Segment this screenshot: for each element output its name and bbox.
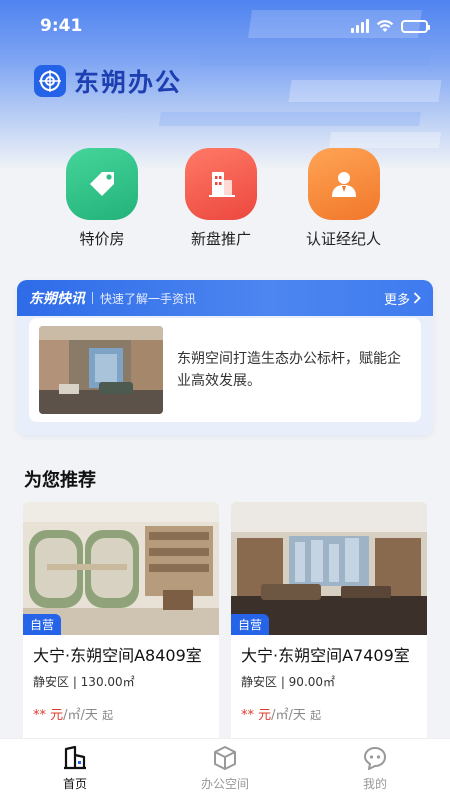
tab-label: 首页 xyxy=(62,777,87,791)
listing-image: 自营 xyxy=(231,502,427,635)
price-from: 起 xyxy=(310,709,322,722)
news-more-link[interactable]: 更多 xyxy=(384,289,421,308)
profile-chat-icon xyxy=(364,747,386,770)
listing-price: ** 元/㎡/天 起 xyxy=(23,690,219,723)
status-time: 9:41 xyxy=(40,16,83,36)
news-card: 东朔快讯 快速了解一手资讯 更多 东朔空间打造生态办公标杆，赋能企业高效发展。 xyxy=(17,280,433,435)
chevron-right-icon xyxy=(413,292,421,304)
tag-icon xyxy=(66,148,138,220)
price-from: 起 xyxy=(102,709,114,722)
divider xyxy=(92,292,93,304)
listing-card[interactable]: 自营 大宁·东朔空间A8409室 静安区 | 130.00㎡ ** 元/㎡/天 … xyxy=(23,502,219,762)
wifi-icon xyxy=(376,20,394,32)
tab-label: 办公空间 xyxy=(200,777,249,791)
price-suffix: /㎡/天 xyxy=(63,708,98,723)
listing-image: 自营 xyxy=(23,502,219,635)
tab-office-space[interactable]: 办公空间 xyxy=(150,739,300,800)
brand-name: 东朔办公 xyxy=(74,68,183,97)
tab-mine[interactable]: 我的 xyxy=(300,739,450,800)
quick-link-label: 认证经纪人 xyxy=(306,230,382,248)
listing-title: 大宁·东朔空间A7409室 xyxy=(241,646,410,665)
decor-stripe xyxy=(159,112,421,126)
price-unit: 元 xyxy=(258,708,272,723)
self-operated-badge: 自营 xyxy=(23,614,62,635)
section-title: 为您推荐 xyxy=(24,470,96,491)
news-text: 东朔空间打造生态办公标杆，赋能企业高效发展。 xyxy=(177,351,401,389)
decor-stripe xyxy=(288,80,442,102)
news-image xyxy=(39,326,163,414)
agent-icon xyxy=(307,148,380,220)
news-subtitle: 快速了解一手资讯 xyxy=(100,291,197,306)
price-mask: ** xyxy=(241,708,254,723)
price-mask: ** xyxy=(33,708,46,723)
tab-home[interactable]: 首页 xyxy=(0,739,150,800)
news-header: 东朔快讯 快速了解一手资讯 更多 xyxy=(17,280,433,316)
cube-icon xyxy=(214,746,236,770)
quick-link-label: 新盘推广 xyxy=(190,230,251,248)
building-icon xyxy=(185,148,257,220)
listing-meta: 静安区 | 90.00㎡ xyxy=(241,675,336,689)
listing-title: 大宁·东朔空间A8409室 xyxy=(33,646,202,665)
tab-bar: 首页 办公空间 我的 xyxy=(0,738,450,800)
listing-price: ** 元/㎡/天 起 xyxy=(231,690,427,723)
news-tag: 东朔快讯 xyxy=(29,291,85,307)
listing-card[interactable]: 自营 大宁·东朔空间A7409室 静安区 | 90.00㎡ ** 元/㎡/天 起 xyxy=(231,502,427,762)
news-item[interactable]: 东朔空间打造生态办公标杆，赋能企业高效发展。 xyxy=(29,318,421,422)
news-more-label: 更多 xyxy=(383,292,410,308)
quick-link-special-offer[interactable]: 特价房 xyxy=(66,148,138,249)
quick-link-label: 特价房 xyxy=(79,230,125,248)
tab-label: 我的 xyxy=(362,777,387,791)
decor-stripe xyxy=(328,132,442,148)
status-bar: 9:41 xyxy=(0,0,450,52)
listing-meta: 静安区 | 130.00㎡ xyxy=(33,675,135,689)
status-icons xyxy=(351,19,430,33)
brand: 东朔办公 xyxy=(34,63,182,99)
brand-logo-icon xyxy=(34,65,66,97)
quick-link-certified-agent[interactable]: 认证经纪人 xyxy=(306,148,381,249)
self-operated-badge: 自营 xyxy=(231,614,270,635)
cellular-signal-icon xyxy=(351,19,369,33)
price-suffix: /㎡/天 xyxy=(271,708,306,723)
battery-icon xyxy=(401,19,430,33)
quick-link-new-property[interactable]: 新盘推广 xyxy=(185,148,257,249)
price-unit: 元 xyxy=(50,708,64,723)
home-building-icon xyxy=(64,745,86,770)
